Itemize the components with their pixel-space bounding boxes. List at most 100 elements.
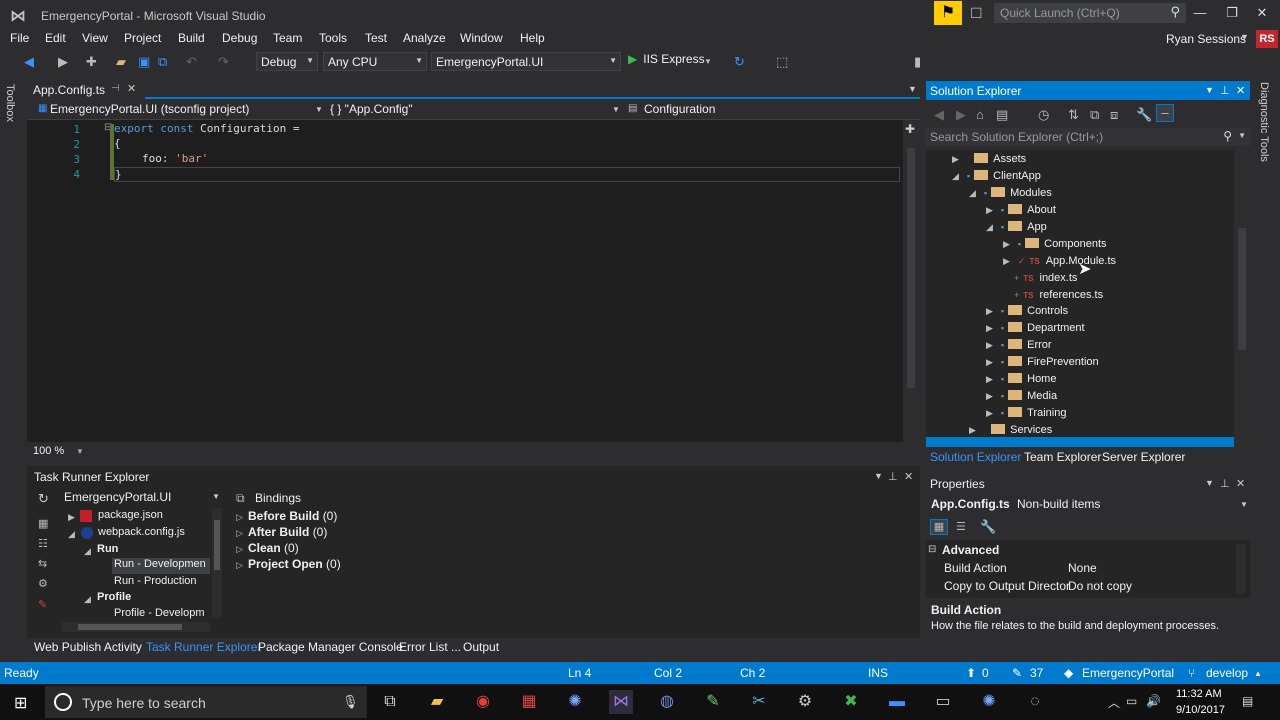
repository-name[interactable]: EmergencyPortal	[1082, 666, 1174, 680]
collapse-icon[interactable]: ◢	[84, 594, 91, 605]
tab-overflow-chevron-icon[interactable]: ▼	[908, 84, 917, 94]
save-all-icon[interactable]: ⧉	[158, 54, 167, 70]
quick-launch-input[interactable]: Quick Launch (Ctrl+Q) ⚲	[994, 3, 1186, 23]
redo-icon[interactable]: ↷	[218, 54, 229, 70]
volume-icon[interactable]: 🔊	[1146, 694, 1161, 708]
tree-node-components[interactable]: ▶ ▪ Components	[1003, 236, 1107, 253]
start-debugging-button[interactable]: ▶ IIS Express	[628, 52, 705, 66]
open-folder-icon[interactable]: ▰	[116, 54, 126, 70]
diagnostic-tools-tab[interactable]: Diagnostic Tools	[1258, 82, 1270, 162]
app-icon-blue[interactable]: ▬	[885, 690, 909, 714]
tab-package-manager-console[interactable]: Package Manager Console	[258, 640, 403, 654]
menu-project[interactable]: Project	[124, 31, 161, 45]
nav-member-dropdown[interactable]: Configuration	[644, 102, 715, 116]
properties-wrench-icon[interactable]: 🔧	[1136, 107, 1152, 123]
document-tab-app-config[interactable]: App.Config.ts ⊣ ✕	[27, 80, 145, 99]
solution-config-select[interactable]: Debug ▼	[256, 52, 318, 71]
settings-icon[interactable]: ⚙	[38, 577, 48, 590]
startup-project-select[interactable]: EmergencyPortal.UI ▼	[431, 52, 621, 71]
close-icon[interactable]: ✕	[904, 470, 913, 483]
undo-icon[interactable]: ↶	[186, 54, 197, 70]
binding-after-build[interactable]: After Build (0)	[248, 525, 327, 539]
tree-node-fireprevention[interactable]: ▶ ▪ FirePrevention	[986, 354, 1099, 371]
chevron-down-icon[interactable]: ▼	[612, 105, 620, 114]
expand-icon[interactable]: ▷	[236, 560, 243, 571]
notifications-flag-icon[interactable]: ⚑	[934, 1, 962, 25]
refresh-icon[interactable]: ↻	[38, 491, 49, 507]
tree-node-references-ts[interactable]: + TS references.ts	[1014, 287, 1103, 304]
toggle-icon[interactable]: ⇆	[38, 557, 47, 570]
property-value[interactable]: None	[1068, 561, 1097, 575]
settings-icon[interactable]: ⚙	[793, 690, 817, 714]
property-grid-vscroll[interactable]	[1236, 544, 1246, 594]
tree-node-training[interactable]: ▶ ▪ Training	[986, 405, 1066, 422]
app-icon-red[interactable]: ▦	[517, 690, 541, 714]
collapse-icon[interactable]: ◢	[84, 546, 91, 557]
close-icon[interactable]: ✕	[1236, 84, 1245, 97]
tree-node-clientapp[interactable]: ◢ ▪ ClientApp	[952, 168, 1041, 185]
collapse-all-icon[interactable]: ⧉	[1090, 107, 1099, 123]
bookmark-icon[interactable]: ▮	[914, 54, 921, 70]
binding-project-open[interactable]: Project Open (0)	[248, 557, 341, 571]
tree-node-assets[interactable]: ▶▪Assets	[952, 151, 1026, 168]
windows-start-icon[interactable]: ⊞	[14, 693, 27, 713]
task-tree-hscroll-thumb[interactable]	[78, 624, 182, 630]
expand-icon[interactable]: ▷	[236, 528, 243, 539]
binding-clean[interactable]: Clean (0)	[248, 541, 299, 555]
collapse-icon[interactable]: ◢	[68, 529, 75, 540]
properties-object-selector[interactable]: App.Config.ts Non-build items	[931, 497, 1100, 511]
snipping-tool-icon[interactable]: ✂	[747, 690, 771, 714]
pending-changes-icon[interactable]: ◷	[1038, 107, 1049, 123]
app-icon-circle[interactable]: ◌	[1023, 690, 1047, 714]
pending-changes-count[interactable]: 37	[1030, 666, 1043, 680]
zoom-level[interactable]: 100 %	[33, 445, 64, 457]
menu-help[interactable]: Help	[520, 31, 545, 45]
list-icon[interactable]: ☷	[38, 537, 48, 550]
pin-icon[interactable]: ⊥	[1220, 477, 1230, 490]
pin-icon[interactable]: ⊥	[888, 470, 898, 483]
file-explorer-icon[interactable]: ▰	[425, 690, 449, 714]
unpublished-commits-count[interactable]: 0	[982, 666, 989, 680]
avatar[interactable]: RS	[1256, 30, 1278, 48]
clock-date[interactable]: 9/10/2017	[1176, 704, 1225, 716]
browser-link-icon[interactable]: ⬚	[776, 54, 788, 70]
pencil-icon[interactable]: ✎	[1012, 666, 1022, 680]
search-icon[interactable]: ⚲	[1170, 4, 1180, 20]
chevron-down-icon[interactable]: ▼	[1240, 500, 1248, 509]
tab-task-runner-explorer[interactable]: Task Runner Explorer	[146, 640, 261, 654]
sync-icon[interactable]: ⇅	[1068, 107, 1079, 123]
home-icon[interactable]: ⌂	[976, 107, 984, 122]
task-tree-run-development[interactable]: Run - Developmen	[112, 558, 210, 574]
menu-edit[interactable]: Edit	[45, 31, 66, 45]
clock-time[interactable]: 11:32 AM	[1176, 688, 1222, 700]
collapse-all-icon[interactable]: ▦	[38, 517, 48, 530]
network-icon[interactable]: ▭	[1126, 694, 1137, 708]
tab-server-explorer[interactable]: Server Explorer	[1102, 450, 1185, 464]
menu-build[interactable]: Build	[178, 31, 205, 45]
microphone-icon[interactable]: 🎙	[342, 694, 359, 710]
solution-explorer-search-input[interactable]: Search Solution Explorer (Ctrl+;) ⚲ ▼	[926, 128, 1250, 146]
publish-up-arrow-icon[interactable]: ⬆	[966, 666, 976, 680]
tree-node-error[interactable]: ▶ ▪ Error	[986, 337, 1052, 354]
forward-icon[interactable]: ▶	[956, 107, 966, 123]
chevron-down-icon[interactable]: ▼	[1205, 85, 1214, 95]
branch-name[interactable]: develop	[1206, 666, 1248, 680]
tab-error-list[interactable]: Error List ...	[399, 640, 461, 654]
menu-tools[interactable]: Tools	[319, 31, 347, 45]
split-window-icon[interactable]: ✚	[905, 122, 915, 136]
chevron-down-icon[interactable]: ▼	[1240, 32, 1249, 42]
categorized-icon[interactable]: ▦	[930, 519, 948, 535]
tree-node-index-ts[interactable]: + TS index.ts	[1014, 270, 1077, 287]
show-hidden-icons-icon[interactable]: ︿	[1108, 694, 1120, 711]
task-tree-webpack-config[interactable]: webpack.config.js	[98, 526, 185, 538]
tree-node-app-module-ts[interactable]: ▶ ✓ TS App.Module.ts	[1003, 253, 1116, 270]
property-pages-wrench-icon[interactable]: 🔧	[980, 519, 996, 535]
save-icon[interactable]: ▣	[138, 54, 150, 70]
action-center-icon[interactable]: ▤	[1242, 694, 1253, 708]
menu-file[interactable]: File	[10, 31, 29, 45]
expand-icon[interactable]: ▷	[236, 544, 243, 555]
expand-icon[interactable]: ▶	[68, 512, 75, 523]
tree-node-modules[interactable]: ◢ ▪ Modules	[969, 185, 1052, 202]
tree-node-about[interactable]: ▶ ▪ About	[986, 202, 1056, 219]
tab-solution-explorer[interactable]: Solution Explorer	[930, 450, 1021, 464]
